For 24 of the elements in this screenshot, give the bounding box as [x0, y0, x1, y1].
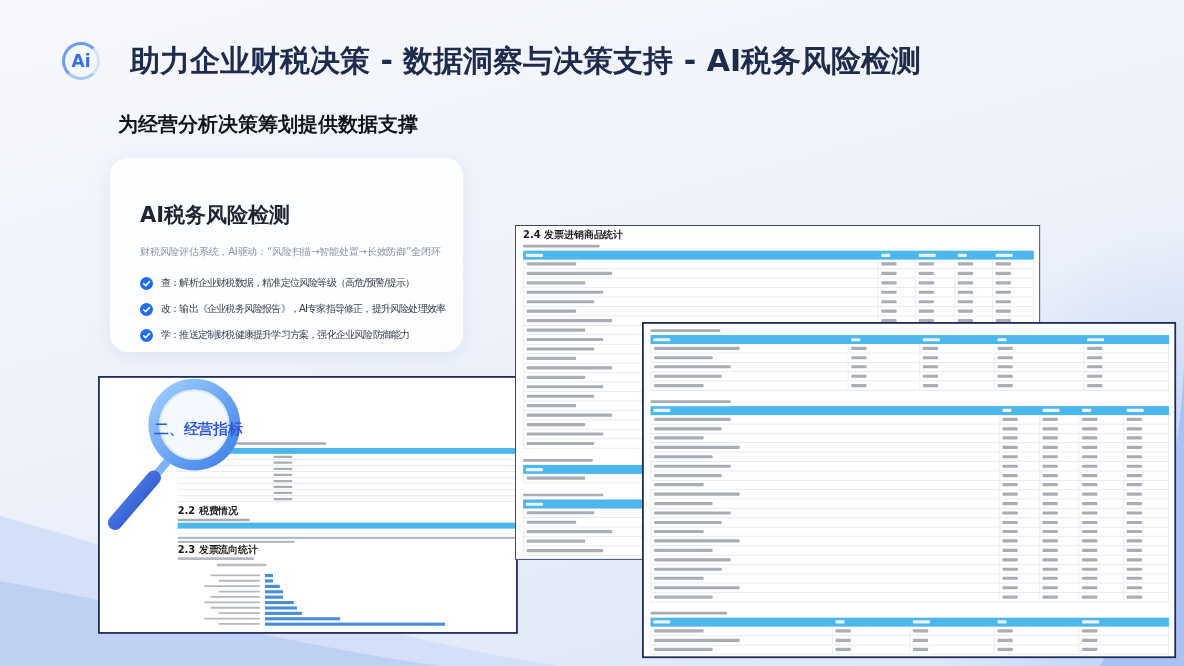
chart-bar — [264, 573, 274, 577]
illegible-text — [216, 563, 267, 567]
illegible-text — [210, 606, 260, 609]
section-heading: 2.3 发票流向统计 — [177, 543, 259, 556]
check-circle-icon — [140, 276, 153, 290]
feature-point: 查：解析企业财税数据，精准定位风险等级（高危/预警/提示） — [161, 276, 415, 290]
card-title: AI税务风险检测 — [140, 202, 291, 229]
section-heading: 2.2 税费情况 — [177, 505, 239, 517]
illegible-text — [218, 579, 260, 582]
logo: Ai — [62, 42, 100, 80]
feature-point: 学：推送定制财税健康提升学习方案，强化企业风险防御能力 — [161, 328, 410, 342]
check-circle-icon — [140, 302, 153, 316]
illegible-text — [204, 601, 260, 604]
illegible-text — [218, 590, 260, 593]
page-subtitle: 为经营分析决策筹划提供数据支撑 — [118, 112, 418, 136]
illegible-text — [218, 612, 260, 615]
section-heading: 2.4 发票进销商品统计 — [523, 228, 624, 240]
illegible-text — [204, 585, 260, 588]
illegible-text — [210, 574, 260, 577]
card-description: 财税风险评估系统，AI驱动：“风险扫描→智能处置→长效防御”全闭环 — [140, 245, 441, 259]
illegible-text — [204, 617, 260, 620]
feature-point: 改：输出《企业税务风险报告》，AI专家指导修正，提升风险处理效率 — [161, 302, 446, 316]
check-circle-icon — [140, 328, 153, 342]
page-title: 助力企业财税决策 - 数据洞察与决策支持 - AI税务风险检测 — [130, 42, 922, 80]
